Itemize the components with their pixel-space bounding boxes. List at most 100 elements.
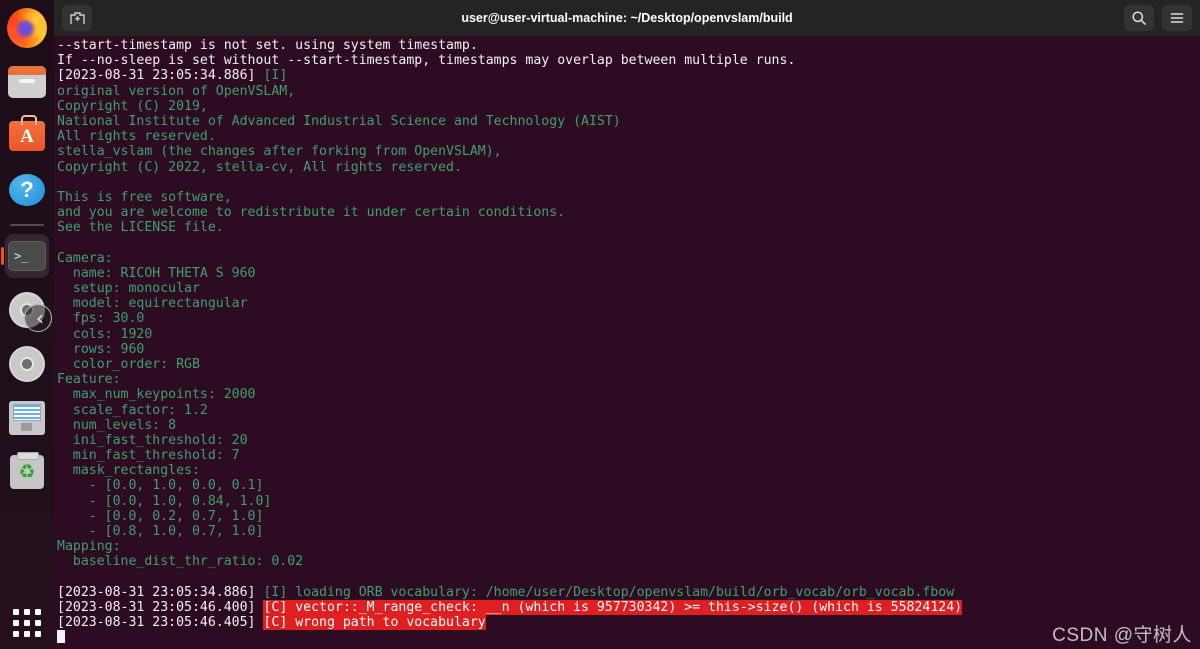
dock-item-software[interactable]: A (5, 114, 49, 158)
dock-item-floppy[interactable] (5, 396, 49, 440)
terminal-text: color_order: RGB (57, 356, 200, 372)
grid-dot (13, 620, 19, 626)
terminal-text: [2023-08-31 23:05:46.400] (57, 599, 264, 615)
help-icon-glyph: ? (20, 177, 34, 202)
firefox-icon (7, 8, 47, 48)
terminal-text: model: equirectangular (57, 296, 248, 312)
grid-dot (24, 631, 30, 637)
window-title: user@user-virtual-machine: ~/Desktop/ope… (461, 11, 793, 25)
terminal-line: mask_rectangles: (57, 463, 1200, 478)
terminal-text: If --no-sleep is set without --start-tim… (57, 53, 796, 69)
search-button[interactable] (1124, 5, 1154, 31)
terminal-line: [2023-08-31 23:05:34.886] [I] (57, 68, 1200, 83)
terminal-text: [2023-08-31 23:05:46.405] (57, 615, 264, 631)
terminal-text: cols: 1920 (57, 326, 153, 342)
dock-item-firefox[interactable] (5, 6, 49, 50)
terminal-text: - [0.0, 1.0, 0.84, 1.0] (57, 493, 272, 509)
show-applications-button[interactable] (5, 603, 49, 643)
disc-icon (9, 346, 45, 382)
terminal-output[interactable]: --start-timestamp is not set. using syst… (54, 36, 1200, 649)
dock-item-disc-eject[interactable] (5, 288, 52, 332)
terminal-text: setup: monocular (57, 281, 200, 296)
terminal-text: scale_factor: 1.2 (57, 402, 208, 418)
terminal-line: [2023-08-31 23:05:34.886] [I] loading OR… (57, 585, 1200, 600)
terminal-line: - [0.0, 1.0, 0.84, 1.0] (57, 494, 1200, 509)
dock-item-files[interactable] (5, 60, 49, 104)
terminal-text: [I] loading ORB vocabulary: /home/user/D… (263, 584, 955, 600)
terminal-line: fps: 30.0 (57, 311, 1200, 326)
terminal-line: and you are welcome to redistribute it u… (57, 205, 1200, 220)
terminal-line: ini_fast_threshold: 20 (57, 433, 1200, 448)
titlebar-actions (1124, 5, 1192, 31)
terminal-text: See the LICENSE file. (57, 220, 224, 236)
hamburger-menu-icon (1170, 13, 1184, 23)
terminal-text: [I] (263, 68, 288, 84)
terminal-line: Camera: (57, 251, 1200, 266)
terminal-line: - [0.0, 0.2, 0.7, 1.0] (57, 509, 1200, 524)
disc-eject-icon (9, 292, 52, 332)
dock-item-disc[interactable] (5, 342, 49, 386)
terminal-text: mask_rectangles: (57, 463, 200, 479)
grid-dot (35, 631, 41, 637)
new-tab-icon (69, 11, 85, 24)
terminal-line: setup: monocular (57, 281, 1200, 296)
terminal-line: National Institute of Advanced Industria… (57, 114, 1200, 129)
terminal-text: Copyright (C) 2022, stella-cv, All right… (57, 159, 462, 175)
grid-dot (35, 609, 41, 615)
terminal-line: num_levels: 8 (57, 418, 1200, 433)
terminal-line: --start-timestamp is not set. using syst… (57, 38, 1200, 53)
grid-dot (13, 631, 19, 637)
terminal-line: [2023-08-31 23:05:46.405] [C] wrong path… (57, 615, 1200, 631)
terminal-text: stella_vslam (the changes after forking … (57, 144, 502, 160)
help-icon: ? (9, 174, 45, 206)
terminal-text: Camera: (57, 250, 113, 266)
terminal-line: original version of OpenVSLAM, (57, 84, 1200, 99)
terminal-line: Copyright (C) 2019, (57, 99, 1200, 114)
terminal-text: Copyright (C) 2019, (57, 98, 208, 114)
dock-item-help[interactable]: ? (5, 168, 49, 212)
terminal-line: If --no-sleep is set without --start-tim… (57, 53, 1200, 68)
terminal-text: - [0.0, 1.0, 0.0, 0.1] (57, 478, 264, 494)
search-icon (1132, 11, 1146, 25)
dock-item-trash[interactable]: ♻ (5, 450, 49, 494)
terminal-text: original version of OpenVSLAM, (57, 83, 296, 99)
terminal-text: [2023-08-31 23:05:34.886] (57, 68, 264, 84)
terminal-icon: >_ (8, 241, 46, 271)
terminal-line: model: equirectangular (57, 296, 1200, 311)
terminal-line: Copyright (C) 2022, stella-cv, All right… (57, 160, 1200, 175)
ubuntu-dock: A ? >_ ♻ (0, 0, 54, 649)
terminal-line: cols: 1920 (57, 327, 1200, 342)
dock-item-terminal[interactable]: >_ (5, 234, 49, 278)
terminal-text: name: RICOH THETA S 960 (57, 265, 256, 281)
ubuntu-software-icon: A (9, 115, 45, 151)
terminal-line: Mapping: (57, 539, 1200, 554)
terminal-text: All rights reserved. (57, 129, 216, 145)
terminal-text: and you are welcome to redistribute it u… (57, 205, 566, 221)
terminal-line: - [0.8, 1.0, 0.7, 1.0] (57, 524, 1200, 539)
terminal-line: All rights reserved. (57, 129, 1200, 144)
terminal-titlebar: user@user-virtual-machine: ~/Desktop/ope… (54, 0, 1200, 36)
terminal-text: min_fast_threshold: 7 (57, 448, 240, 464)
grid-dot (35, 620, 41, 626)
new-tab-button[interactable] (62, 5, 92, 31)
terminal-text: baseline_dist_thr_ratio: 0.02 (57, 554, 304, 570)
grid-dot (24, 620, 30, 626)
terminal-text: --start-timestamp is not set. using syst… (57, 38, 478, 53)
terminal-line: [2023-08-31 23:05:46.400] [C] vector::_M… (57, 599, 1200, 615)
terminal-line: baseline_dist_thr_ratio: 0.02 (57, 554, 1200, 569)
terminal-line: name: RICOH THETA S 960 (57, 266, 1200, 281)
floppy-disk-icon (9, 401, 45, 435)
terminal-line: color_order: RGB (57, 357, 1200, 372)
terminal-text: ini_fast_threshold: 20 (57, 432, 248, 448)
terminal-line: scale_factor: 1.2 (57, 403, 1200, 418)
menu-button[interactable] (1162, 5, 1192, 31)
terminal-text: [2023-08-31 23:05:34.886] (57, 584, 264, 600)
terminal-line: Feature: (57, 372, 1200, 387)
grid-dot (24, 609, 30, 615)
terminal-line (57, 630, 1200, 645)
terminal-text: Mapping: (57, 539, 121, 555)
terminal-line: max_num_keypoints: 2000 (57, 387, 1200, 402)
